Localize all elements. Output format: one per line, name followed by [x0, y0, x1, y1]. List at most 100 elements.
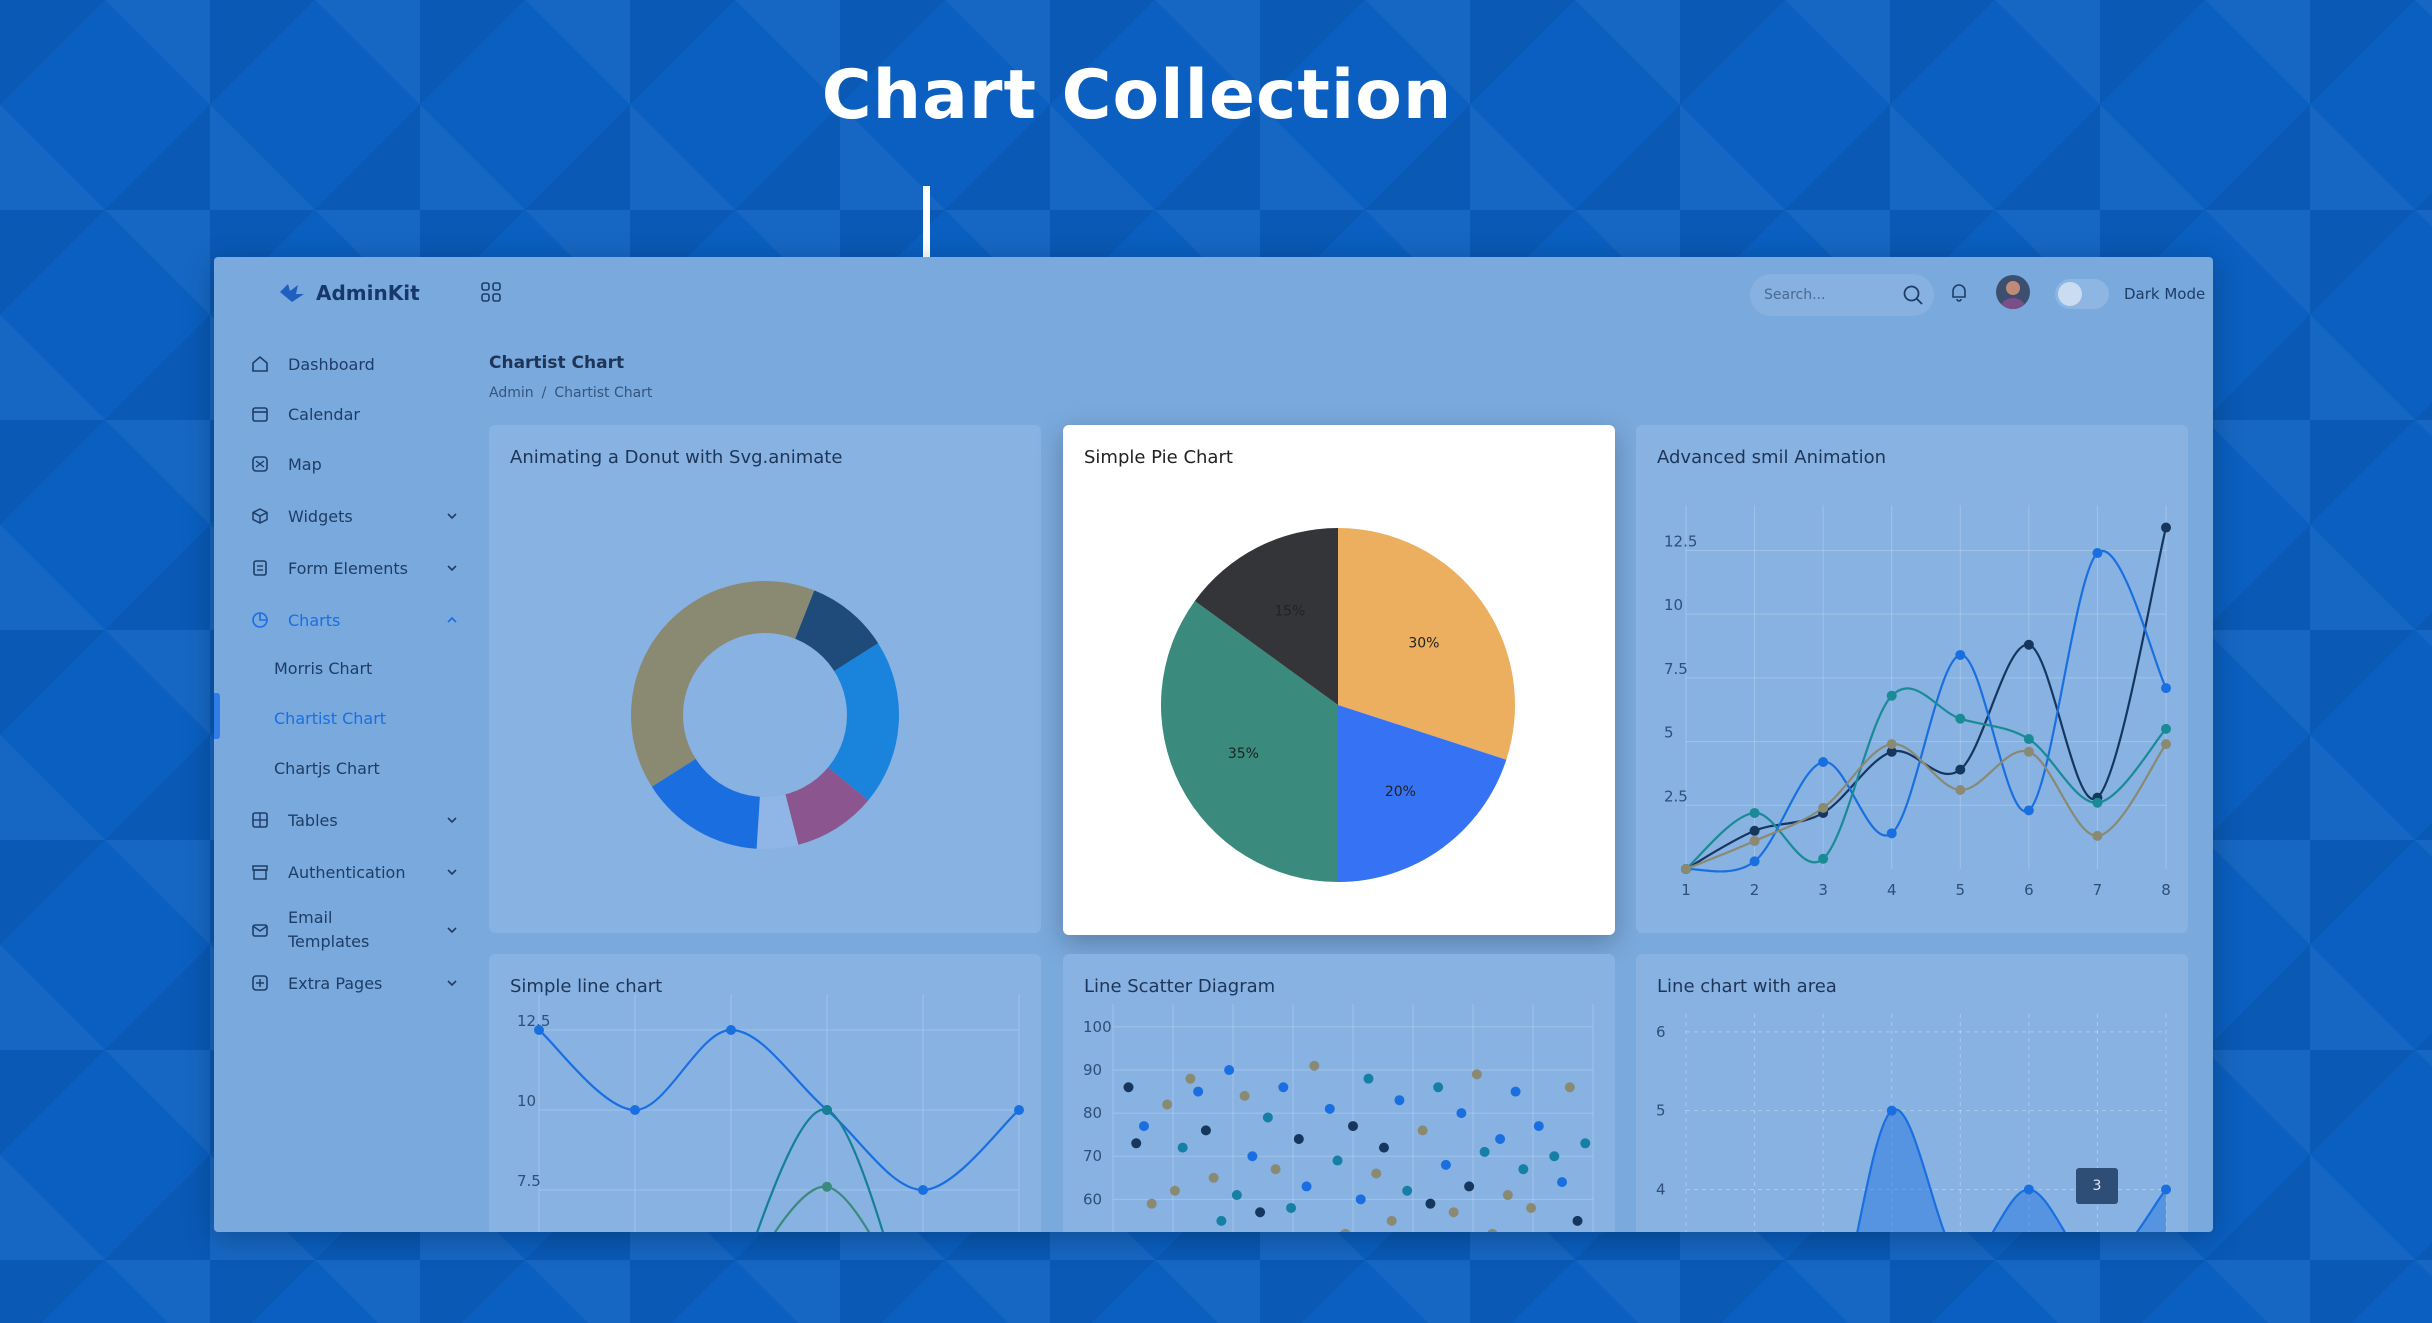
calendar-icon	[250, 404, 270, 424]
y-tick-label: 80	[1083, 1104, 1102, 1122]
sidebar-subitem-chartist-chart[interactable]: Chartist Chart	[274, 709, 386, 728]
scatter-point	[1270, 1164, 1281, 1175]
sidebar-item-calendar[interactable]: Calendar	[250, 404, 460, 424]
scatter-point	[1533, 1121, 1544, 1132]
sidebar-item-label: Widgets	[288, 506, 353, 526]
plus-square-icon	[250, 973, 270, 993]
bell-icon[interactable]	[1948, 281, 1970, 303]
scatter-point	[1146, 1198, 1157, 1209]
data-point	[2161, 723, 2171, 734]
scatter-point	[1224, 1065, 1235, 1076]
data-point	[822, 1105, 832, 1115]
user-icon	[2000, 281, 2026, 309]
data-point	[2023, 734, 2034, 745]
data-point	[1886, 690, 1897, 701]
cube-icon	[250, 506, 270, 526]
scatter-point	[1278, 1082, 1289, 1093]
sidebar-item-label: Extra Pages	[288, 973, 383, 993]
scatter-point	[1580, 1138, 1591, 1149]
sidebar-item-form-elements[interactable]: Form Elements	[250, 558, 460, 578]
scatter-point	[1185, 1073, 1196, 1084]
scatter-point	[1526, 1202, 1537, 1213]
scatter-point	[1464, 1181, 1475, 1192]
data-point	[2161, 683, 2171, 694]
data-point	[918, 1185, 928, 1195]
scatter-point	[1200, 1125, 1211, 1136]
y-tick-label: 70	[1083, 1147, 1102, 1165]
avatar[interactable]	[1996, 275, 2030, 309]
data-point	[1886, 828, 1897, 839]
scatter-point	[1216, 1215, 1227, 1226]
scatter-point	[1138, 1121, 1149, 1132]
search-icon[interactable]	[1902, 284, 1924, 306]
breadcrumb: Admin / Chartist Chart	[489, 385, 652, 401]
scatter-point	[1301, 1181, 1312, 1192]
line-chart: 2.5 5 7.5 10 12.5 1 2 3 4 5 6 7 8	[1664, 505, 2171, 899]
data-point	[1014, 1105, 1024, 1115]
y-tick-label: 10	[1664, 596, 1683, 614]
data-point	[2092, 830, 2103, 841]
scatter-point	[1433, 1082, 1444, 1093]
scatter-point	[1440, 1159, 1451, 1170]
sidebar-item-label: Map	[288, 454, 322, 474]
data-point	[822, 1181, 832, 1192]
dark-mode-toggle[interactable]	[2055, 279, 2109, 309]
apps-grid-icon[interactable]	[480, 281, 502, 303]
sidebar-item-widgets[interactable]: Widgets	[250, 506, 460, 526]
data-point	[1749, 856, 1760, 867]
scatter-point	[1518, 1164, 1529, 1175]
bird-logo-icon	[280, 284, 304, 302]
pie-chart-card: Simple Pie Chart 30% 20% 35% 15%	[1063, 425, 1615, 935]
series-line	[1685, 527, 2168, 870]
x-tick-label: 2	[1750, 881, 1760, 899]
sidebar-item-extra-pages[interactable]: Extra Pages	[250, 973, 460, 993]
scatter-point	[1247, 1151, 1258, 1162]
scatter-point	[1386, 1215, 1397, 1226]
y-tick-label: 6	[1656, 1023, 1666, 1041]
y-tick-label: 12.5	[517, 1012, 550, 1030]
scatter-point	[1487, 1228, 1498, 1232]
data-point	[1886, 739, 1897, 750]
scatter-point	[1255, 1207, 1266, 1218]
data-point	[1955, 764, 1966, 775]
breadcrumb-link-admin[interactable]: Admin	[489, 385, 534, 401]
y-tick-label: 4	[1656, 1180, 1666, 1198]
hero-title: Chart Collection	[821, 56, 1453, 135]
mail-icon	[250, 920, 270, 940]
pie-chart: 30% 20% 35% 15%	[1161, 528, 1515, 882]
sidebar-item-map[interactable]: Map	[250, 454, 460, 474]
sidebar-item-label: Email Templates	[288, 908, 370, 951]
chevron-up-icon	[447, 616, 457, 623]
scatter-point	[1162, 1099, 1173, 1110]
data-point	[2092, 548, 2103, 559]
data-point	[630, 1105, 640, 1115]
data-point	[1886, 1105, 1897, 1116]
scatter-point	[1262, 1112, 1273, 1123]
y-tick-label: 5	[1664, 724, 1674, 742]
chevron-down-icon	[447, 565, 457, 572]
sidebar-item-dashboard[interactable]: Dashboard	[250, 354, 460, 374]
brand-logo[interactable]: AdminKit	[278, 281, 420, 305]
data-point	[1818, 853, 1829, 864]
data-point	[1681, 864, 1691, 874]
scatter-point	[1309, 1060, 1320, 1071]
scatter-point	[1479, 1146, 1490, 1157]
scatter-point	[1169, 1185, 1180, 1196]
search-input[interactable]	[1762, 286, 1896, 304]
sidebar-item-authentication[interactable]: Authentication	[250, 862, 460, 882]
pie-slice-label: 20%	[1385, 784, 1416, 800]
brand-name: AdminKit	[316, 281, 420, 305]
sidebar-item-email-templates[interactable]: Email Templates	[250, 905, 460, 955]
y-tick-label: 100	[1083, 1018, 1112, 1036]
chevron-down-icon	[447, 513, 457, 520]
data-point	[2023, 746, 2034, 757]
dark-mode-label: Dark Mode	[2124, 285, 2206, 303]
sidebar-item-tables[interactable]: Tables	[250, 810, 460, 830]
sidebar-item-label: Calendar	[288, 404, 360, 424]
sidebar: AdminKit Dashboard Calendar Map Widgets …	[214, 257, 474, 1232]
scatter-point	[1448, 1207, 1459, 1218]
scatter-point	[1239, 1090, 1250, 1101]
sidebar-item-charts[interactable]: Charts	[250, 610, 460, 630]
sidebar-subitem-chartjs-chart[interactable]: Chartjs Chart	[274, 759, 380, 778]
sidebar-subitem-morris-chart[interactable]: Morris Chart	[274, 659, 372, 678]
